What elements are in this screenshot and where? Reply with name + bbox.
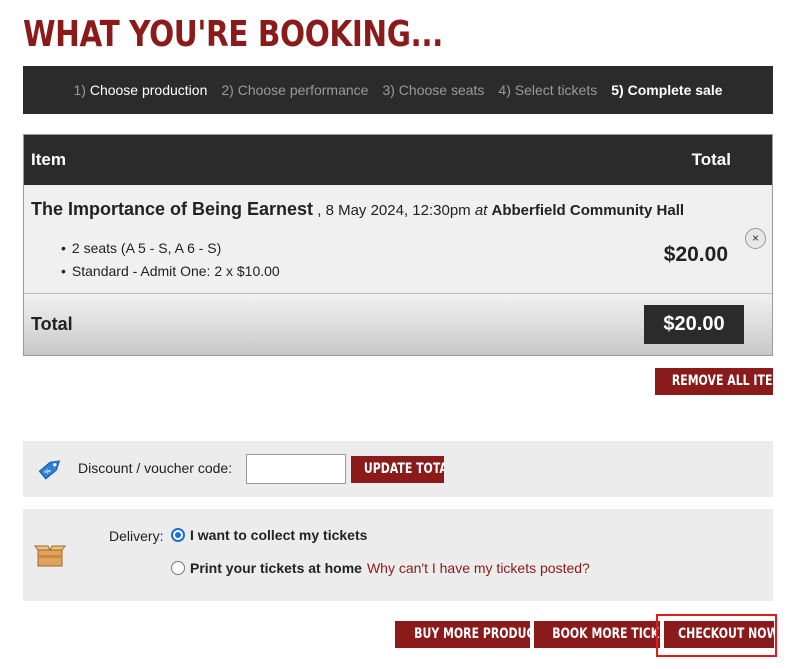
remove-item-icon[interactable]: ×	[745, 228, 766, 249]
step-choose-seats[interactable]: 3) Choose seats	[382, 82, 484, 98]
step-choose-performance[interactable]: 2) Choose performance	[221, 82, 368, 98]
radio-print[interactable]	[171, 561, 185, 575]
total-label: Total	[31, 314, 73, 334]
delivery-label: Delivery:	[109, 528, 164, 544]
at-text: at	[474, 202, 488, 219]
delivery-panel: Delivery: I want to collect my tickets P…	[23, 509, 773, 601]
remove-all-items-button[interactable]: REMOVE ALL ITEMS	[655, 368, 773, 395]
total-value: $20.00	[644, 305, 744, 344]
voucher-code-input[interactable]	[246, 454, 346, 484]
delivery-option-print[interactable]: Print your tickets at home Why can't I h…	[171, 560, 590, 576]
venue-name: Abberfield Community Hall	[491, 202, 685, 219]
basket-header: Item Total	[24, 135, 772, 185]
discount-tag-icon: %	[38, 460, 61, 480]
radio-print-label: Print your tickets at home	[190, 560, 362, 576]
delivery-option-collect[interactable]: I want to collect my tickets	[171, 527, 367, 543]
package-box-icon	[34, 545, 66, 567]
basket-total-row: Total $20.00	[24, 293, 772, 355]
column-item: Item	[31, 150, 66, 169]
buy-more-products-button[interactable]: BUY MORE PRODUCTS	[395, 621, 530, 648]
step-choose-production[interactable]: 1) Choose production	[73, 82, 207, 98]
checkout-steps: 1) Choose production 2) Choose performan…	[23, 66, 773, 114]
radio-collect-label: I want to collect my tickets	[190, 527, 368, 543]
column-total: Total	[691, 150, 731, 169]
basket-item: The Importance of Being Earnest , 8 May …	[24, 185, 772, 293]
list-item: 2 seats (A 5 - S, A 6 - S)	[72, 237, 280, 260]
item-details: 2 seats (A 5 - S, A 6 - S) Standard - Ad…	[72, 237, 280, 283]
step-complete-sale: 5) Complete sale	[611, 82, 723, 98]
book-more-tickets-button[interactable]: BOOK MORE TICKETS	[534, 621, 660, 648]
production-name: The Importance of Being Earnest	[31, 199, 314, 219]
checkout-now-button[interactable]: CHECKOUT NOW	[664, 621, 774, 648]
step-select-tickets[interactable]: 4) Select tickets	[498, 82, 597, 98]
update-total-button[interactable]: UPDATE TOTAL	[351, 456, 444, 483]
item-price: $20.00	[663, 243, 728, 266]
tickets-posted-link[interactable]: Why can't I have my tickets posted?	[367, 560, 590, 576]
list-item: Standard - Admit One: 2 x $10.00	[72, 260, 280, 283]
radio-collect[interactable]	[171, 528, 185, 542]
discount-label: Discount / voucher code:	[78, 460, 233, 476]
basket-table: Item Total The Importance of Being Earne…	[23, 134, 773, 356]
performance-date: , 8 May 2024, 12:30pm	[313, 202, 475, 219]
page-title: WHAT YOU'RE BOOKING...	[23, 14, 443, 55]
item-title: The Importance of Being Earnest , 8 May …	[31, 199, 684, 220]
